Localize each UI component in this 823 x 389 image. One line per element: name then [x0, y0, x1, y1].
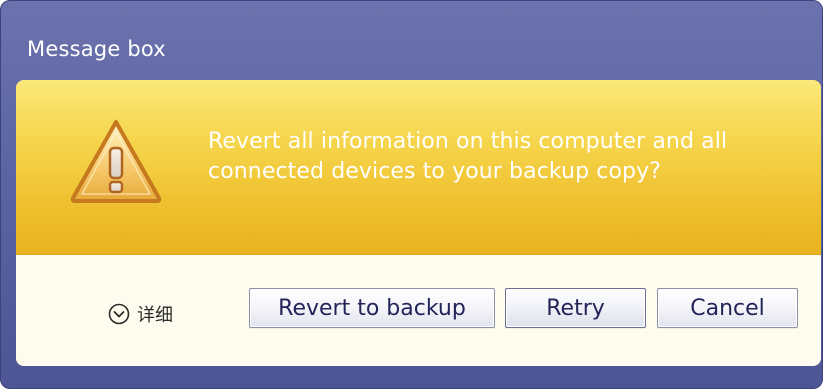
message-banner: Revert all information on this computer … [16, 80, 821, 255]
details-toggle[interactable]: 详细 [108, 301, 173, 327]
cancel-button[interactable]: Cancel [657, 288, 798, 328]
window-title: Message box [27, 37, 166, 61]
dialog-footer: 详细 Revert to backup Retry Cancel [16, 255, 821, 366]
message-text: Revert all information on this computer … [208, 129, 728, 184]
chevron-down-circle-icon [108, 303, 130, 325]
warning-icon [69, 118, 163, 204]
dialog-content: Revert all information on this computer … [16, 80, 821, 366]
retry-button[interactable]: Retry [505, 288, 646, 328]
details-label: 详细 [137, 305, 173, 326]
revert-to-backup-button[interactable]: Revert to backup [249, 288, 495, 328]
message-box-window: Message box Revert all information on th… [0, 0, 823, 389]
